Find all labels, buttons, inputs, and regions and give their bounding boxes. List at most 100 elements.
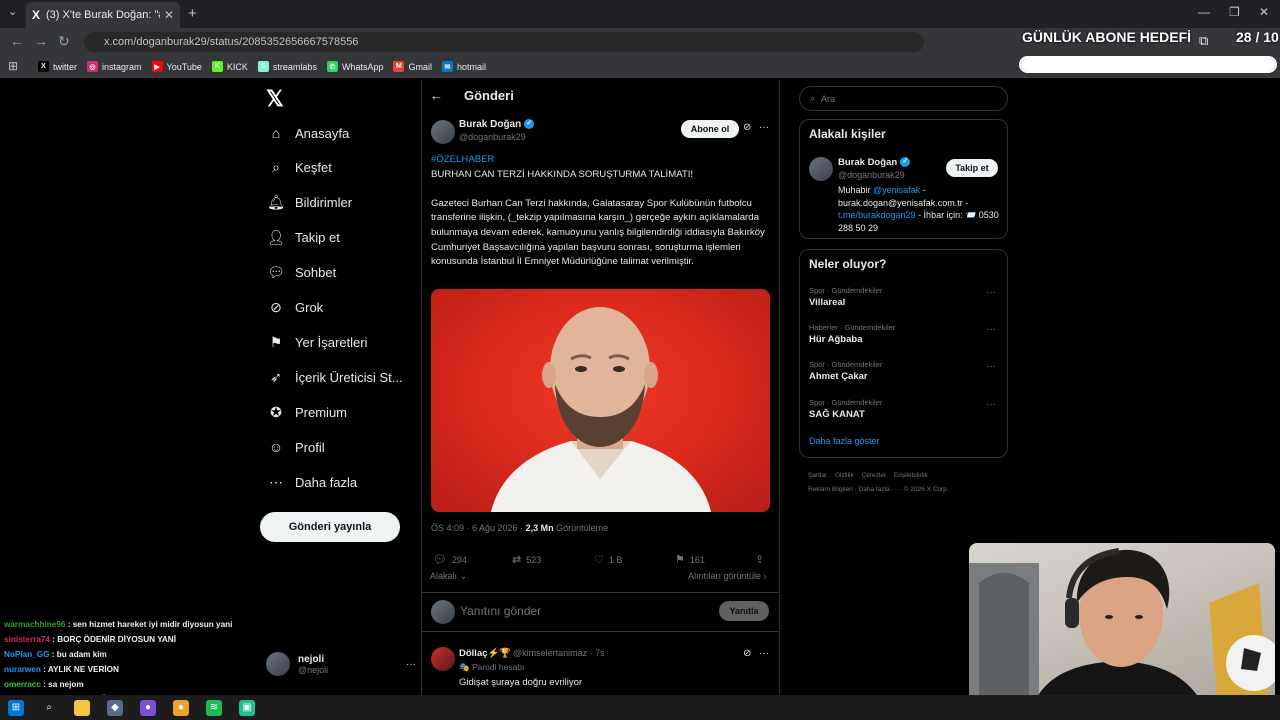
chrome-icon[interactable]: ● xyxy=(173,699,189,716)
post-headline: BURHAN CAN TERZİ HAKKINDA SORUŞTURMA TAL… xyxy=(431,168,694,180)
x-favicon-icon: X xyxy=(32,8,41,22)
chat-message: sinisterra74 : BORÇ ÖDENİR DİYOSUN YANİ xyxy=(4,633,254,648)
reply-input[interactable]: Yanıtını gönder xyxy=(460,604,541,618)
post-button[interactable]: Gönderi yayınla xyxy=(260,512,400,542)
trend-more-icon[interactable]: ··· xyxy=(986,287,996,298)
restore-icon[interactable]: ❐ xyxy=(1229,5,1240,19)
nav-item-2[interactable]: ⌕ Keşfet xyxy=(266,150,416,186)
reply-grok-icon[interactable]: ⊘ xyxy=(743,648,751,659)
related-handle[interactable]: @doganburak29 xyxy=(838,170,905,180)
minimize-icon[interactable]: — xyxy=(1198,5,1210,19)
hashtag-link[interactable]: #ÖZELHABER xyxy=(431,154,494,165)
bio-mention-link[interactable]: @yenisafak xyxy=(873,185,920,195)
author-handle[interactable]: @doganburak29 xyxy=(459,132,526,142)
tab-title: (3) X'te Burak Doğan: "#ÖZELH xyxy=(46,9,160,21)
streamlabs-icon[interactable]: ▣ xyxy=(239,699,255,716)
folder-icon[interactable] xyxy=(74,699,90,716)
trend-more-icon[interactable]: ··· xyxy=(986,324,996,335)
related-name[interactable]: Burak Doğan ✓ xyxy=(838,157,911,168)
heart-icon: ♡ xyxy=(594,554,604,566)
search-input[interactable]: ⌕ Ara xyxy=(799,86,1008,111)
follow-button[interactable]: Takip et xyxy=(946,159,998,177)
forward-icon[interactable]: → xyxy=(34,33,48,49)
more-icon[interactable]: ··· xyxy=(759,122,769,133)
nav-item-3[interactable]: 🔔︎ Bildirimler xyxy=(266,185,416,221)
nav-item-6[interactable]: ⊘ Grok xyxy=(266,290,416,326)
url-bar[interactable]: x.com/doganburak29/status/20853526566675… xyxy=(84,32,924,52)
streamlabs-icon: S xyxy=(257,61,269,72)
reply-button[interactable]: Yanıtla xyxy=(719,601,769,621)
tab-close-icon[interactable]: ✕ xyxy=(164,8,174,22)
windows-start-icon[interactable]: ⊞ xyxy=(8,699,24,716)
trend-item[interactable]: SAĞ KANAT xyxy=(809,409,865,420)
trend-item[interactable]: Hür Ağbaba xyxy=(809,334,862,345)
nav-item-11[interactable]: ⋯ Daha fazla xyxy=(266,464,416,500)
obs-icon[interactable]: ● xyxy=(140,699,156,716)
nav-item-1[interactable]: ⌂ Anasayfa xyxy=(266,115,416,151)
trend-item[interactable]: Ahmet Çakar xyxy=(809,371,868,382)
nav-item-7[interactable]: ⚑ Yer İşaretleri xyxy=(266,324,416,360)
author-name[interactable]: Burak Doğan ✓ xyxy=(459,119,535,130)
reload-icon[interactable]: ↻ xyxy=(58,33,70,50)
extensions-icon[interactable]: ⧉ xyxy=(1199,33,1208,49)
author-avatar[interactable] xyxy=(431,120,455,144)
account-switcher[interactable]: nejoli @nejoli ··· xyxy=(266,652,416,676)
apps-grid-icon[interactable]: ⊞ xyxy=(8,59,18,73)
bookmark-streamlabs[interactable]: Sstreamlabs xyxy=(257,61,317,72)
trend-item[interactable]: Villareal xyxy=(809,297,845,308)
footer-links[interactable]: Şartlar Gizlilik Çerezler Erişilebilirli… xyxy=(808,472,928,479)
nav-item-label: İçerik Üreticisi St... xyxy=(295,369,403,385)
nav-item-5[interactable]: 💬︎ Sohbet xyxy=(266,255,416,291)
repost-action[interactable]: ⇄ 523 xyxy=(512,553,541,566)
search-icon[interactable]: ⌕ xyxy=(41,699,57,716)
grok-icon[interactable]: ⊘ xyxy=(743,122,751,133)
rocket-icon: ➶ xyxy=(270,368,282,385)
nav-item-9[interactable]: ✪ Premium xyxy=(266,394,416,430)
nav-item-10[interactable]: ☺ Profil xyxy=(266,429,416,465)
reply-more-icon[interactable]: ··· xyxy=(759,648,769,659)
reply-action[interactable]: 💬︎ 294 xyxy=(433,553,467,566)
bookmark-label: streamlabs xyxy=(272,61,317,72)
nav-item-8[interactable]: ➶ İçerik Üreticisi St... xyxy=(266,359,416,395)
app-icon[interactable]: ◆ xyxy=(107,699,123,716)
subscribe-button[interactable]: Abone ol xyxy=(681,120,739,138)
chat-text: : BORÇ ÖDENİR DİYOSUN YANİ xyxy=(49,634,176,644)
post-image[interactable] xyxy=(431,289,770,512)
bookmark-gmail[interactable]: M Gmail xyxy=(393,61,432,72)
bookmark-hotmail[interactable]: ✉ hotmail xyxy=(441,61,486,72)
reply-avatar[interactable] xyxy=(431,647,455,671)
trend-more-icon[interactable]: ··· xyxy=(986,399,996,410)
show-more-link[interactable]: Daha fazla göster xyxy=(809,436,880,446)
tab-search-icon[interactable]: ⌄ xyxy=(8,5,17,18)
like-action[interactable]: ♡ 1 B xyxy=(594,553,622,566)
post-time[interactable]: ÖS 4:09 · 6 Ağu 2026 · xyxy=(431,523,526,533)
account-more-icon[interactable]: ··· xyxy=(406,659,416,670)
related-dropdown[interactable]: Alakalı ⌄ xyxy=(430,571,467,582)
bio-telegram-link[interactable]: t.me/burakdogan29 xyxy=(838,210,916,220)
bookmark-instagram[interactable]: ◎ instagram xyxy=(87,61,142,72)
share-action[interactable]: ⇪ xyxy=(755,553,769,566)
close-window-icon[interactable]: ✕ xyxy=(1259,5,1269,19)
bookmark-action[interactable]: ⚑ 161 xyxy=(675,553,705,566)
reply-author[interactable]: Döllaç⚡🏆 xyxy=(459,648,511,659)
footer-copyright[interactable]: Reklam Bilgileri · Daha fazla ··· · © 20… xyxy=(808,486,949,493)
browser-tab[interactable]: X (3) X'te Burak Doğan: "#ÖZELH ✕ xyxy=(26,2,180,28)
chat-username: warmachhine96 xyxy=(4,620,66,629)
bookmark-twitter[interactable]: Xtwitter xyxy=(38,61,77,72)
view-quotes-link[interactable]: Alıntıları görüntüle › xyxy=(688,571,767,581)
new-tab-button[interactable]: + xyxy=(188,5,197,22)
bookmark-label: twitter xyxy=(53,61,78,72)
trends-card xyxy=(799,249,1008,458)
related-avatar[interactable] xyxy=(809,157,833,181)
reply-handle[interactable]: @kimselertanimaz · 7s xyxy=(513,648,605,658)
bookmark-youtube[interactable]: ▶ YouTube xyxy=(151,61,202,72)
back-icon[interactable]: ← xyxy=(10,33,24,49)
bookmark-whatsapp[interactable]: ✆ WhatsApp xyxy=(326,61,383,72)
back-arrow-icon[interactable]: ← xyxy=(430,88,443,103)
bookmark-kick[interactable]: K KICK xyxy=(211,61,248,72)
spotify-icon[interactable]: ≋ xyxy=(206,699,222,716)
trend-more-icon[interactable]: ··· xyxy=(986,361,996,372)
x-logo-icon[interactable]: 𝕏 xyxy=(266,86,284,112)
nav-item-label: Bildirimler xyxy=(295,195,353,211)
nav-item-4[interactable]: 👤︎ Takip et xyxy=(266,220,416,256)
